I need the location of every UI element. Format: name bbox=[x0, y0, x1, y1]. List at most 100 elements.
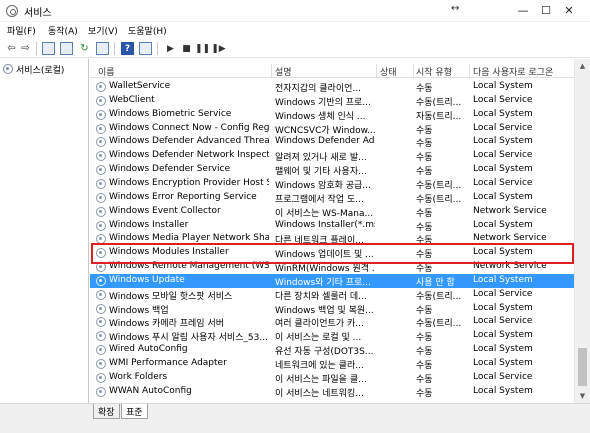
service-name-cell: Windows Defender Service bbox=[109, 164, 230, 175]
service-name-cell: WalletService bbox=[109, 81, 171, 91]
tree-item-services-local[interactable]: 서비스(로컬) bbox=[3, 62, 87, 76]
service-description-cell: 이 서비스는 네트워킹... bbox=[275, 388, 364, 399]
service-logon-cell: Local System bbox=[473, 191, 533, 202]
service-description-cell: WinRM(Windows 원격 ... bbox=[275, 264, 375, 274]
refresh-icon[interactable]: ↻ bbox=[78, 42, 91, 55]
service-gear-icon bbox=[96, 234, 106, 245]
back-arrow-icon[interactable]: ⇦ bbox=[5, 42, 18, 55]
menu-bar: 파일(F) 동작(A) 보기(V) 도움말(H) bbox=[0, 22, 590, 39]
column-header-logon-as[interactable]: 다음 사용자로 로그온 bbox=[473, 65, 553, 78]
service-gear-icon bbox=[96, 109, 106, 120]
table-row[interactable]: WalletService 전자지갑의 클라이언... 수동 Local System bbox=[90, 80, 574, 94]
service-gear-icon bbox=[96, 192, 106, 203]
console-tree-icon[interactable] bbox=[42, 42, 55, 55]
table-row[interactable]: Windows Event Collector 이 서비스는 WS-Mana...… bbox=[90, 205, 574, 219]
service-logon-cell: Local System bbox=[473, 274, 533, 285]
scrollbar-thumb[interactable] bbox=[578, 348, 587, 386]
table-row[interactable]: Work Folders 이 서비스는 파일을 클... 수동 Local Servi… bbox=[90, 371, 574, 385]
scroll-down-arrow-icon[interactable]: ▼ bbox=[575, 389, 590, 403]
vertical-scrollbar[interactable]: ▲ ▼ bbox=[574, 59, 590, 403]
service-name-cell: WWAN AutoConfig bbox=[109, 385, 192, 396]
table-row[interactable]: Windows Remote Management (WS-... WinRM(W… bbox=[90, 260, 574, 274]
service-name-cell: Windows Defender Network Inspectio... bbox=[109, 150, 269, 161]
service-description-cell: 다른 네트워크 플레이... bbox=[275, 236, 364, 247]
properties-icon[interactable] bbox=[60, 42, 73, 55]
service-gear-icon bbox=[96, 137, 106, 148]
service-logon-cell: Local System bbox=[473, 330, 533, 341]
table-row[interactable]: Windows Installer Windows Installer(*.ms.… bbox=[90, 219, 574, 233]
close-button[interactable]: ✕ bbox=[547, 0, 590, 22]
service-startup-type-cell: 사용 안 함 bbox=[416, 277, 455, 288]
title-bar: 서비스 ↔ — ☐ ✕ bbox=[0, 0, 590, 22]
service-description-cell: 여러 클라이언트가 카... bbox=[275, 319, 364, 330]
table-row[interactable]: Windows 백업 Windows 백업 및 복원... 수동 Local Syst… bbox=[90, 302, 574, 316]
column-header-status[interactable]: 상태 bbox=[380, 65, 397, 78]
service-gear-icon bbox=[96, 303, 106, 314]
table-row[interactable]: Windows Update Windows와 기타 프로... 사용 안 함 Loc… bbox=[90, 273, 574, 288]
table-row[interactable]: Windows Connect Now - Config Regis... WCN… bbox=[90, 122, 574, 136]
tab-standard[interactable]: 표준 bbox=[121, 404, 148, 419]
table-row[interactable]: Windows Defender Advanced Threat P... Win… bbox=[90, 135, 574, 149]
service-gear-icon bbox=[96, 289, 106, 300]
restart-icon[interactable]: ❚▶ bbox=[211, 42, 225, 55]
service-name-cell: Windows 푸시 알림 사용자 서비스_53... bbox=[109, 333, 268, 344]
column-header-name[interactable]: 이름 bbox=[98, 65, 115, 78]
column-header-startup-type[interactable]: 시작 유형 bbox=[416, 65, 452, 78]
menu-view[interactable]: 보기(V) bbox=[88, 24, 118, 37]
menu-file[interactable]: 파일(F) bbox=[7, 24, 36, 37]
service-startup-type-cell: 수동(트리... bbox=[416, 181, 462, 191]
service-description-cell: Windows Installer(*.ms... bbox=[275, 219, 375, 230]
table-row[interactable]: Windows Biometric Service Windows 생체 인식 .… bbox=[90, 108, 574, 122]
service-gear-icon bbox=[96, 179, 106, 189]
table-row[interactable]: Windows 모바일 핫스팟 서비스 다른 장치와 셀룰러 데... 수동(트리.… bbox=[90, 288, 574, 302]
service-logon-cell: Local System bbox=[473, 219, 533, 230]
tab-extended[interactable]: 확장 bbox=[93, 404, 120, 419]
pause-icon[interactable]: ❚❚ bbox=[195, 42, 210, 55]
menu-action[interactable]: 동작(A) bbox=[48, 24, 78, 37]
service-logon-cell: Local System bbox=[473, 81, 533, 91]
scroll-up-arrow-icon[interactable]: ▲ bbox=[575, 59, 590, 73]
service-gear-icon bbox=[96, 95, 106, 106]
service-description-cell: Windows 기반의 프로... bbox=[275, 97, 371, 108]
table-row[interactable]: Windows 푸시 알림 사용자 서비스_53... 이 서비스는 로컬 및 .… bbox=[90, 329, 574, 343]
table-row[interactable]: Windows Encryption Provider Host Ser... W… bbox=[90, 177, 574, 191]
service-logon-cell: Network Service bbox=[473, 233, 547, 244]
service-logon-cell: Local System bbox=[473, 385, 533, 396]
column-divider[interactable] bbox=[271, 64, 272, 77]
export-icon[interactable] bbox=[96, 42, 109, 55]
service-name-cell: Windows Error Reporting Service bbox=[109, 191, 257, 202]
table-row[interactable]: Windows Defender Network Inspectio... 알려져… bbox=[90, 149, 574, 163]
service-logon-cell: Local Service bbox=[473, 122, 533, 133]
column-divider[interactable] bbox=[413, 64, 414, 77]
column-header-description[interactable]: 설명 bbox=[275, 65, 292, 78]
table-row[interactable]: WMI Performance Adapter 네트워크에 있는 클라... 수동 L… bbox=[90, 357, 574, 371]
table-row[interactable]: Windows Modules Installer Windows 업데이트 및 … bbox=[90, 246, 574, 260]
column-header-row: 이름 설명 상태 시작 유형 다음 사용자로 로그온 bbox=[90, 62, 574, 78]
service-logon-cell: Local System bbox=[473, 358, 533, 368]
column-divider[interactable] bbox=[469, 64, 470, 77]
service-startup-type-cell: 수동 bbox=[416, 374, 433, 385]
resize-arrows-icon: ↔ bbox=[451, 3, 460, 14]
service-startup-type-cell: 수동 bbox=[416, 125, 433, 136]
help-icon[interactable]: ? bbox=[121, 42, 134, 55]
service-description-cell: 네트워크에 있는 클라... bbox=[275, 361, 364, 371]
table-row[interactable]: WWAN AutoConfig 이 서비스는 네트워킹... 수동 Local Sys… bbox=[90, 385, 574, 399]
forward-arrow-icon[interactable]: ⇨ bbox=[19, 42, 32, 55]
service-name-cell: Windows 백업 bbox=[109, 305, 169, 316]
column-divider[interactable] bbox=[376, 64, 377, 77]
menu-help[interactable]: 도움말(H) bbox=[128, 24, 167, 37]
service-gear-icon bbox=[96, 331, 106, 342]
table-row[interactable]: Windows Media Player Network Sharin... 다른… bbox=[90, 232, 574, 246]
table-row[interactable]: Windows Defender Service 맬웨어 및 기타 사용자... 수… bbox=[90, 163, 574, 177]
services-gear-icon bbox=[6, 5, 18, 17]
service-logon-cell: Local System bbox=[473, 136, 533, 147]
start-icon[interactable]: ▶ bbox=[164, 42, 177, 55]
service-gear-icon bbox=[96, 317, 106, 328]
view-icon[interactable] bbox=[139, 42, 152, 55]
table-row[interactable]: Windows 카메라 프레임 서버 여러 클라이언트가 카... 수동(트리...… bbox=[90, 315, 574, 329]
service-description-cell: 다른 장치와 셀룰러 데... bbox=[275, 291, 367, 302]
table-row[interactable]: Windows Error Reporting Service 프로그램에서 작업… bbox=[90, 191, 574, 205]
table-row[interactable]: Wired AutoConfig 유선 자동 구성(DOT3S... 수동 Local… bbox=[90, 343, 574, 357]
stop-icon[interactable]: ■ bbox=[180, 42, 193, 55]
table-row[interactable]: WebClient Windows 기반의 프로... 수동(트리... Local … bbox=[90, 94, 574, 108]
